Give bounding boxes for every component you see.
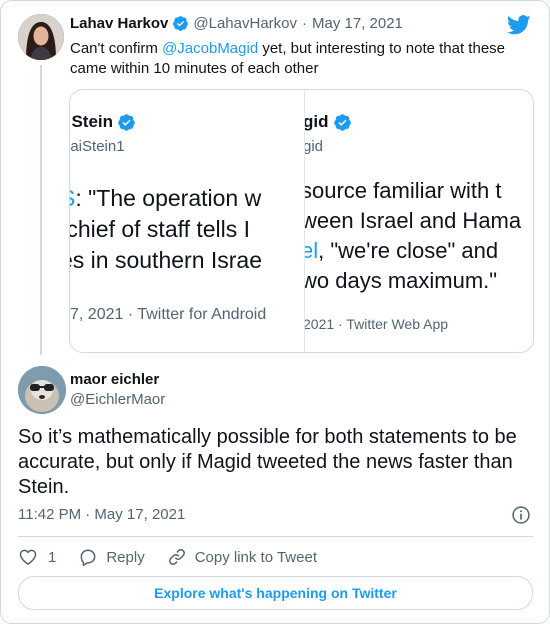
reply-label: Reply — [106, 548, 145, 566]
tweet-actions-bar: 1 Reply Copy link to Tweet — [18, 546, 339, 568]
verified-badge-icon — [118, 113, 135, 131]
screenshot-image-right[interactable]: gid gid source familiar with t ween Isra… — [305, 90, 533, 352]
main-tweet-timestamp[interactable]: 11:42 PM · May 17, 2021 — [18, 506, 185, 523]
screenshot-left-name-text: i Stein — [70, 112, 114, 131]
screenshot-left-meta: 7, 2021 · Twitter for Android — [70, 306, 267, 323]
screenshot-right-name: gid — [305, 112, 356, 132]
screenshot-right-line1: source familiar with t — [305, 178, 502, 203]
screenshot-right-body: source familiar with t ween Israel and H… — [305, 176, 521, 296]
screenshot-image-left[interactable]: i Stein naiStein1 S: "The operation w ch… — [70, 90, 305, 352]
heart-icon — [19, 549, 37, 565]
screenshot-right-name-text: gid — [305, 112, 329, 131]
link-icon — [168, 549, 185, 565]
like-button[interactable]: 1 — [18, 547, 56, 567]
twitter-bird-icon[interactable] — [507, 15, 531, 35]
main-author-avatar[interactable] — [18, 366, 66, 414]
explore-twitter-button[interactable]: Explore what's happening on Twitter — [18, 576, 533, 610]
verified-badge-icon — [333, 113, 351, 131]
attached-images[interactable]: i Stein naiStein1 S: "The operation w ch… — [69, 89, 534, 353]
reply-button[interactable]: Reply — [78, 547, 145, 567]
screenshot-left-body: S: "The operation w chief of staff tells… — [70, 183, 262, 276]
copy-link-button[interactable]: Copy link to Tweet — [167, 547, 317, 567]
like-count: 1 — [48, 548, 57, 566]
screenshot-left-handle: naiStein1 — [70, 138, 125, 155]
copy-link-label: Copy link to Tweet — [194, 548, 317, 566]
verified-badge-icon — [173, 16, 189, 31]
screenshot-left-name: i Stein — [70, 112, 140, 132]
main-tweet-text: So it’s mathematically possible for both… — [18, 426, 517, 498]
screenshot-right-line3: , "we're close" and — [318, 238, 499, 263]
parent-author-handle[interactable]: @LahavHarkov — [193, 15, 297, 32]
thread-connector-line — [40, 65, 42, 355]
parent-text-prefix: Can't confirm — [70, 40, 163, 57]
screenshot-left-line1: : "The operation w — [75, 185, 262, 211]
parent-author-avatar[interactable] — [18, 14, 64, 60]
parent-author-name[interactable]: Lahav Harkov — [70, 15, 168, 32]
main-author-name[interactable]: maor eichler — [70, 371, 159, 388]
header-separator: · — [302, 15, 307, 32]
parent-tweet-header: Lahav Harkov @LahavHarkov · May 17, 2021 — [70, 15, 403, 32]
parent-tweet-text: Can't confirm @JacobMagid yet, but inter… — [70, 39, 530, 79]
actions-divider — [18, 536, 533, 537]
info-icon[interactable] — [511, 505, 531, 525]
main-author-handle[interactable]: @EichlerMaor — [70, 391, 165, 408]
screenshot-right-handle: gid — [305, 138, 324, 155]
reply-bubble-icon — [80, 549, 96, 567]
screenshot-left-line3: es in southern Israe — [70, 247, 263, 273]
screenshot-left-line2: chief of staff tells I — [70, 216, 251, 242]
embedded-tweet-card: Lahav Harkov @LahavHarkov · May 17, 2021… — [0, 0, 550, 624]
screenshot-right-line2: ween Israel and Hama — [305, 208, 522, 233]
screenshot-right-meta: 2021 · Twitter Web App — [305, 316, 449, 332]
parent-tweet-date[interactable]: May 17, 2021 — [312, 15, 403, 32]
screenshot-right-line4: wo days maximum." — [305, 268, 498, 293]
mention-link[interactable]: @JacobMagid — [162, 40, 258, 57]
screenshot-right-highlight: el — [305, 238, 319, 263]
